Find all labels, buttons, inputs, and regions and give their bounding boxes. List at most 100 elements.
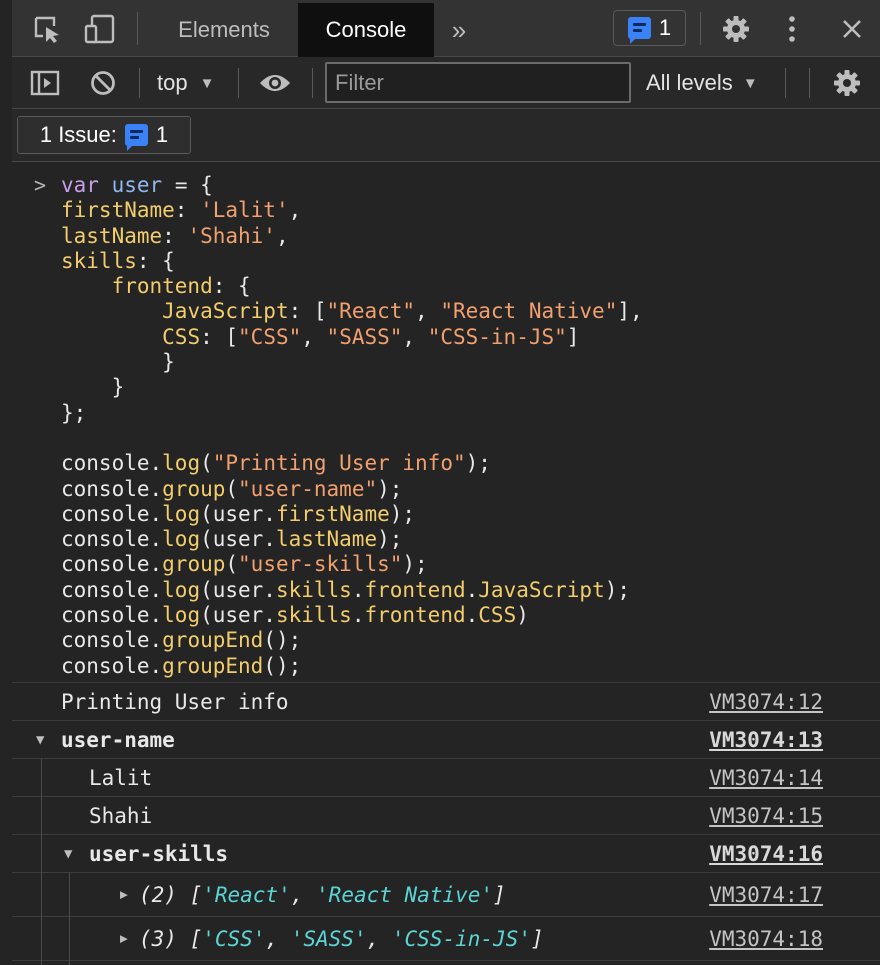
live-expression-eye-icon[interactable] — [256, 57, 294, 109]
code-token: 'Shahi' — [187, 223, 276, 248]
device-toolbar-icon[interactable] — [82, 0, 118, 57]
code-token: CSS — [478, 603, 517, 628]
code-token: (); — [263, 653, 302, 678]
code-token: console. — [61, 628, 163, 653]
code-token: ] — [566, 324, 580, 349]
console-group-header[interactable]: ▼ user-name VM3074:13 — [12, 721, 880, 759]
source-link[interactable]: VM3074:17 — [709, 883, 823, 907]
tab-console[interactable]: Console — [298, 3, 434, 57]
more-tabs-icon[interactable]: » — [444, 3, 474, 57]
collapsed-triangle-icon[interactable]: ▶ — [120, 887, 128, 902]
code-token: "SASS" — [326, 324, 403, 349]
code-token: : [ — [288, 299, 327, 324]
code-token: console. — [61, 653, 163, 678]
log-text: Shahi — [89, 803, 153, 828]
code-token: var — [61, 173, 99, 197]
issues-count: 1 — [155, 122, 169, 147]
expand-triangle-icon[interactable]: ▼ — [64, 846, 72, 862]
code-token: "React Native" — [440, 299, 618, 324]
issues-counter-button[interactable]: 1 — [613, 10, 686, 46]
code-token: } — [61, 375, 125, 400]
sidebar-toggle-icon[interactable] — [28, 57, 62, 109]
group-label: user-skills — [89, 841, 229, 866]
console-settings-gear-icon[interactable] — [830, 57, 864, 109]
code-line: skills: { — [61, 249, 643, 274]
tab-elements[interactable]: Elements — [159, 3, 289, 57]
code-token: frontend — [111, 274, 213, 299]
code-token: group — [162, 476, 226, 501]
array-punctuation: ] — [530, 926, 544, 951]
code-token: console. — [61, 552, 163, 577]
code-line: lastName: 'Shahi', — [61, 224, 643, 249]
filter-input[interactable] — [325, 62, 631, 103]
code-token: user — [111, 173, 163, 197]
source-link[interactable]: VM3074:13 — [709, 728, 823, 752]
code-line: console.log(user.lastName); — [61, 527, 643, 552]
clear-console-icon[interactable] — [86, 57, 120, 109]
array-punctuation: , — [290, 882, 317, 907]
code-token: : { — [136, 248, 175, 273]
code-token: (user. — [200, 603, 276, 628]
code-token: groupEnd — [162, 653, 264, 678]
console-input-echo: > var user = {firstName: 'Lalit', lastNam… — [12, 162, 880, 683]
code-token: "CSS" — [238, 324, 302, 349]
divider — [785, 68, 786, 98]
source-link[interactable]: VM3074:12 — [709, 690, 823, 714]
code-token: . — [465, 603, 479, 628]
code-line: frontend: { — [61, 274, 643, 299]
settings-gear-icon[interactable] — [718, 0, 754, 57]
issues-label: 1 Issue: — [39, 122, 117, 147]
code-token: : { — [212, 274, 251, 299]
code-line: } — [61, 350, 643, 375]
inspect-element-icon[interactable] — [30, 0, 64, 57]
source-link[interactable]: VM3074:16 — [709, 842, 823, 866]
source-link[interactable]: VM3074:14 — [709, 766, 823, 790]
code-line: console.log("Printing User info"); — [61, 451, 643, 476]
code-token: (user. — [200, 527, 276, 552]
code-token: = { — [162, 173, 213, 197]
code-token: , — [402, 324, 428, 349]
code-token: (); — [263, 628, 302, 653]
code-token: "CSS-in-JS" — [427, 324, 567, 349]
source-link[interactable]: VM3074:15 — [709, 804, 823, 828]
console-group-header[interactable]: ▼ user-skills VM3074:16 — [12, 835, 880, 873]
code-token: log — [162, 527, 201, 552]
code-token: "Printing User info" — [212, 451, 466, 476]
array-preview[interactable]: (3) ['CSS', 'SASS', 'CSS-in-JS'] — [139, 927, 544, 951]
code-token: (user. — [200, 577, 276, 602]
source-link[interactable]: VM3074:18 — [709, 927, 823, 951]
execution-context-select[interactable]: top ▼ — [157, 57, 214, 109]
divider — [312, 68, 313, 98]
issue-message-icon — [124, 124, 148, 151]
close-icon[interactable] — [838, 0, 866, 57]
log-message: Printing User info VM3074:12 — [12, 683, 880, 721]
code-token: log — [162, 451, 201, 476]
array-item: 'React Native' — [316, 882, 494, 907]
array-preview[interactable]: (2) ['React', 'React Native'] — [139, 883, 506, 907]
code-token: JavaScript — [478, 577, 605, 602]
code-line: JavaScript: ["React", "React Native"], — [61, 299, 643, 324]
code-token: ); — [377, 476, 403, 501]
issues-button[interactable]: 1 Issue: 1 — [17, 116, 191, 154]
console-messages: > var user = {firstName: 'Lalit', lastNam… — [12, 162, 880, 965]
code-line: var user = { — [61, 173, 643, 198]
code-token: (user. — [200, 501, 276, 526]
more-menu-icon[interactable] — [782, 0, 802, 57]
code-token: , — [288, 198, 302, 223]
log-levels-select[interactable]: All levels ▼ — [646, 57, 758, 109]
divider — [809, 68, 810, 98]
divider — [700, 12, 701, 45]
collapsed-triangle-icon[interactable]: ▶ — [120, 931, 128, 946]
dropdown-arrow-icon: ▼ — [742, 74, 758, 92]
array-punctuation: (2) [ — [139, 882, 203, 907]
code-token: 'Lalit' — [200, 198, 289, 223]
code-token: ); — [377, 527, 403, 552]
code-token: ) — [516, 603, 529, 628]
code-token: : — [162, 223, 188, 248]
array-item: 'React' — [202, 882, 291, 907]
expand-triangle-icon[interactable]: ▼ — [36, 732, 44, 748]
code-block: var user = {firstName: 'Lalit', lastName:… — [61, 173, 643, 679]
code-token: frontend — [364, 603, 466, 628]
